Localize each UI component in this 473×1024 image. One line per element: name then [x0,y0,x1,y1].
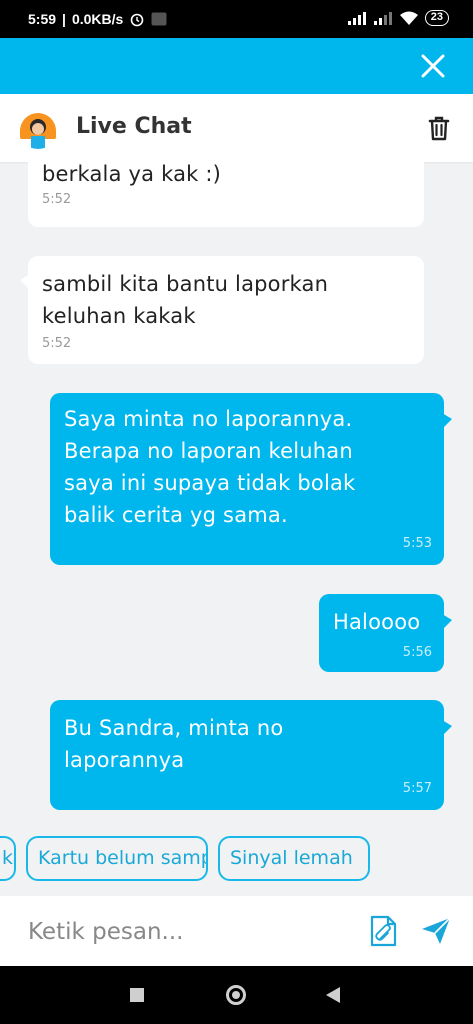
back-button[interactable] [326,987,340,1003]
composer-bar [0,896,473,966]
message-time: 5:52 [42,192,72,207]
notification-app-icon [151,12,167,26]
system-nav-bar [0,966,473,1024]
status-network-speed: 0.0KB/s [71,11,124,27]
send-icon[interactable] [420,916,452,946]
status-time: 5:59 [28,11,57,27]
message-time: 5:56 [402,645,432,660]
signal-icon-2 [373,12,392,25]
bubble-tail [20,274,30,290]
message-time: 5:52 [42,336,72,351]
message-text: Saya minta no laporannya. Berapa no lapo… [64,407,356,527]
message-bubble-incoming: sambil kita bantu laporkan keluhan kakak… [20,256,424,364]
alarm-icon [131,13,144,27]
home-button[interactable] [226,985,246,1005]
signal-icon [347,12,366,25]
message-bubble-outgoing: Haloooo 5:56 [319,594,452,672]
status-left: 5:59 | 0.0KB/s [28,11,167,27]
wifi-icon [399,11,418,25]
quick-reply-row[interactable]: kartu Kartu belum sampai Sinyal lemah [0,836,473,884]
agent-avatar [18,109,58,149]
page-title: Live Chat [76,114,192,139]
chat-header: Live Chat [0,94,473,162]
message-time: 5:57 [402,781,432,796]
close-icon[interactable] [419,52,447,80]
trash-icon[interactable] [425,114,453,142]
status-bar: 5:59 | 0.0KB/s 23 [0,0,473,38]
battery-indicator: 23 [424,10,449,26]
bubble-tail [442,614,452,630]
message-time: 5:53 [402,536,432,551]
attachment-icon[interactable] [368,914,400,948]
message-text: berkala ya kak :) [42,162,222,186]
message-input[interactable] [28,914,348,950]
bubble-tail [442,413,452,429]
quick-reply-chip[interactable]: Kartu belum sampai [26,836,208,881]
quick-reply-chip[interactable]: Sinyal lemah [218,836,370,881]
message-text: Haloooo [333,610,421,634]
message-bubble-outgoing: Saya minta no laporannya. Berapa no lapo… [50,393,452,565]
recent-apps-button[interactable] [130,988,144,1002]
message-bubble-outgoing: Bu Sandra, minta no laporannya 5:57 [50,700,452,810]
app-bar [0,38,473,94]
message-bubble-incoming: berkala ya kak :) 5:52 [28,162,424,227]
message-text: sambil kita bantu laporkan keluhan kakak [42,272,329,328]
message-list[interactable]: berkala ya kak :) 5:52 sambil kita bantu… [0,162,473,832]
quick-reply-chip[interactable]: kartu [0,836,16,881]
bubble-tail [442,720,452,736]
message-text: Bu Sandra, minta no laporannya [64,716,284,772]
status-right: 23 [347,10,449,26]
status-divider: | [62,11,66,27]
